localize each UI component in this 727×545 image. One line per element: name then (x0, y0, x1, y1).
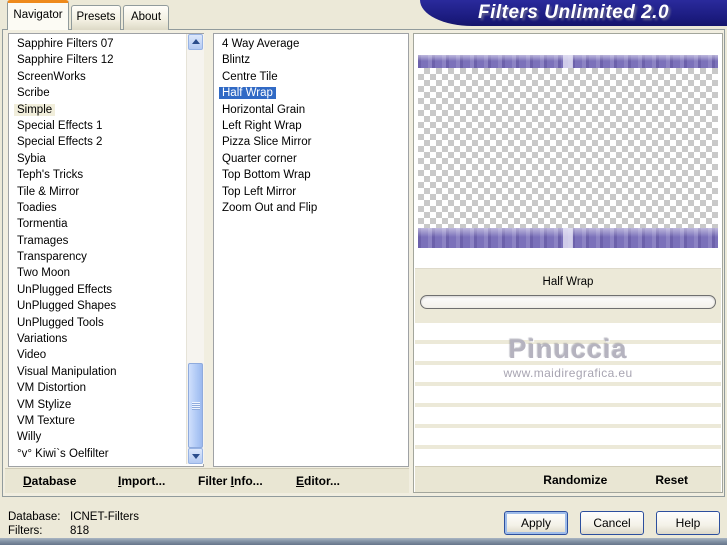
scroll-up-button[interactable] (188, 34, 203, 50)
list-item[interactable]: Tile & Mirror (14, 184, 183, 200)
list-item[interactable]: VM Stylize (14, 397, 183, 413)
database-toolbar: Database Import... Filter Info... Editor… (5, 468, 409, 493)
apply-button[interactable]: Apply (504, 511, 568, 535)
list-item[interactable]: Top Bottom Wrap (219, 167, 404, 183)
scroll-down-button[interactable] (188, 448, 203, 464)
list-item[interactable]: Teph's Tricks (14, 167, 183, 183)
list-item[interactable]: Tramages (14, 233, 183, 249)
list-item[interactable]: Quarter corner (219, 151, 404, 167)
preview-action-bar: Randomize Reset (415, 466, 721, 492)
list-item[interactable]: Sybia (14, 151, 183, 167)
category-list[interactable]: Sapphire Filters 07 Sapphire Filters 12 Sc… (8, 33, 204, 467)
list-item[interactable]: Left Right Wrap (219, 118, 404, 134)
list-item[interactable]: ScreenWorks (14, 69, 183, 85)
list-item[interactable]: Sapphire Filters 07 (14, 36, 183, 52)
list-item[interactable]: VM Texture (14, 413, 183, 429)
list-item[interactable]: Centre Tile (219, 69, 404, 85)
filters-count-value: 818 (70, 525, 90, 537)
list-item[interactable]: Special Effects 1 (14, 118, 183, 134)
tab-presets[interactable]: Presets (71, 5, 121, 30)
editor-button[interactable]: Editor... (296, 469, 340, 493)
watermark-url: www.maidiregrafica.eu (503, 366, 633, 380)
tab-about[interactable]: About (123, 5, 169, 30)
watermark: Pinuccia www.maidiregrafica.eu (415, 334, 721, 380)
list-item[interactable]: Top Left Mirror (219, 184, 404, 200)
list-item[interactable]: Toadies (14, 200, 183, 216)
list-item[interactable]: Simple (14, 102, 183, 118)
list-item[interactable]: Visual Manipulation (14, 364, 183, 380)
list-item[interactable]: UnPlugged Effects (14, 282, 183, 298)
list-item[interactable]: Blintz (219, 52, 404, 68)
import-button[interactable]: Import... (118, 469, 165, 493)
cancel-button[interactable]: Cancel (580, 511, 644, 535)
preview-transparency-checker (418, 68, 718, 228)
list-item[interactable]: Transparency (14, 249, 183, 265)
randomize-button[interactable]: Randomize (543, 473, 607, 487)
scrollbar-grip-icon (192, 402, 200, 410)
list-item[interactable]: 4 Way Average (219, 36, 404, 52)
list-item[interactable]: VM Distortion (14, 380, 183, 396)
preview-panel: Half Wrap Pinuccia www.maidiregrafica.eu… (413, 33, 723, 493)
list-item[interactable]: Scribe (14, 85, 183, 101)
list-item[interactable]: °v° Kiwi`s Oelfilter (14, 446, 183, 462)
category-list-scrollbar[interactable] (186, 34, 204, 464)
filter-info-button[interactable]: Filter Info... (198, 469, 263, 493)
list-item[interactable]: Zoom Out and Flip (219, 200, 404, 216)
filter-list[interactable]: 4 Way Average Blintz Centre Tile Half Wrap H… (213, 33, 409, 467)
list-item[interactable]: Tormentia (14, 216, 183, 232)
parameter-block: Half Wrap (415, 268, 721, 324)
window-bottom-edge (0, 538, 727, 545)
scrollbar-thumb[interactable] (188, 363, 203, 448)
list-item[interactable]: UnPlugged Shapes (14, 298, 183, 314)
parameter-slider[interactable] (420, 295, 716, 309)
list-item[interactable]: Special Effects 2 (14, 134, 183, 150)
watermark-name: Pinuccia (508, 334, 628, 364)
scroll-down-icon (192, 454, 200, 459)
list-item[interactable]: Half Wrap (219, 85, 404, 101)
filters-count-label: Filters: (8, 525, 43, 537)
list-item[interactable]: UnPlugged Tools (14, 315, 183, 331)
scroll-up-icon (192, 39, 200, 44)
help-button[interactable]: Help (656, 511, 720, 535)
preview-image-top-band (418, 55, 718, 68)
list-item[interactable]: Willy (14, 429, 183, 445)
window-title: Filters Unlimited 2.0 (420, 0, 727, 26)
list-item[interactable]: Horizontal Grain (219, 102, 404, 118)
reset-button[interactable]: Reset (655, 473, 688, 487)
preview-image-bottom-band (418, 228, 718, 248)
list-item[interactable]: Variations (14, 331, 183, 347)
tab-navigator[interactable]: Navigator (7, 0, 69, 30)
database-button[interactable]: Database (23, 469, 76, 493)
database-status-label: Database: (8, 511, 61, 523)
list-item[interactable]: Video (14, 347, 183, 363)
list-item[interactable]: Two Moon (14, 265, 183, 281)
database-status-value: ICNET-Filters (70, 511, 139, 523)
filters-unlimited-window: Filters Unlimited 2.0 Navigator Presets … (0, 0, 727, 545)
parameter-name: Half Wrap (542, 276, 594, 288)
list-item[interactable]: Sapphire Filters 12 (14, 52, 183, 68)
empty-parameter-rows: Pinuccia www.maidiregrafica.eu (415, 323, 721, 466)
list-item[interactable]: Pizza Slice Mirror (219, 134, 404, 150)
